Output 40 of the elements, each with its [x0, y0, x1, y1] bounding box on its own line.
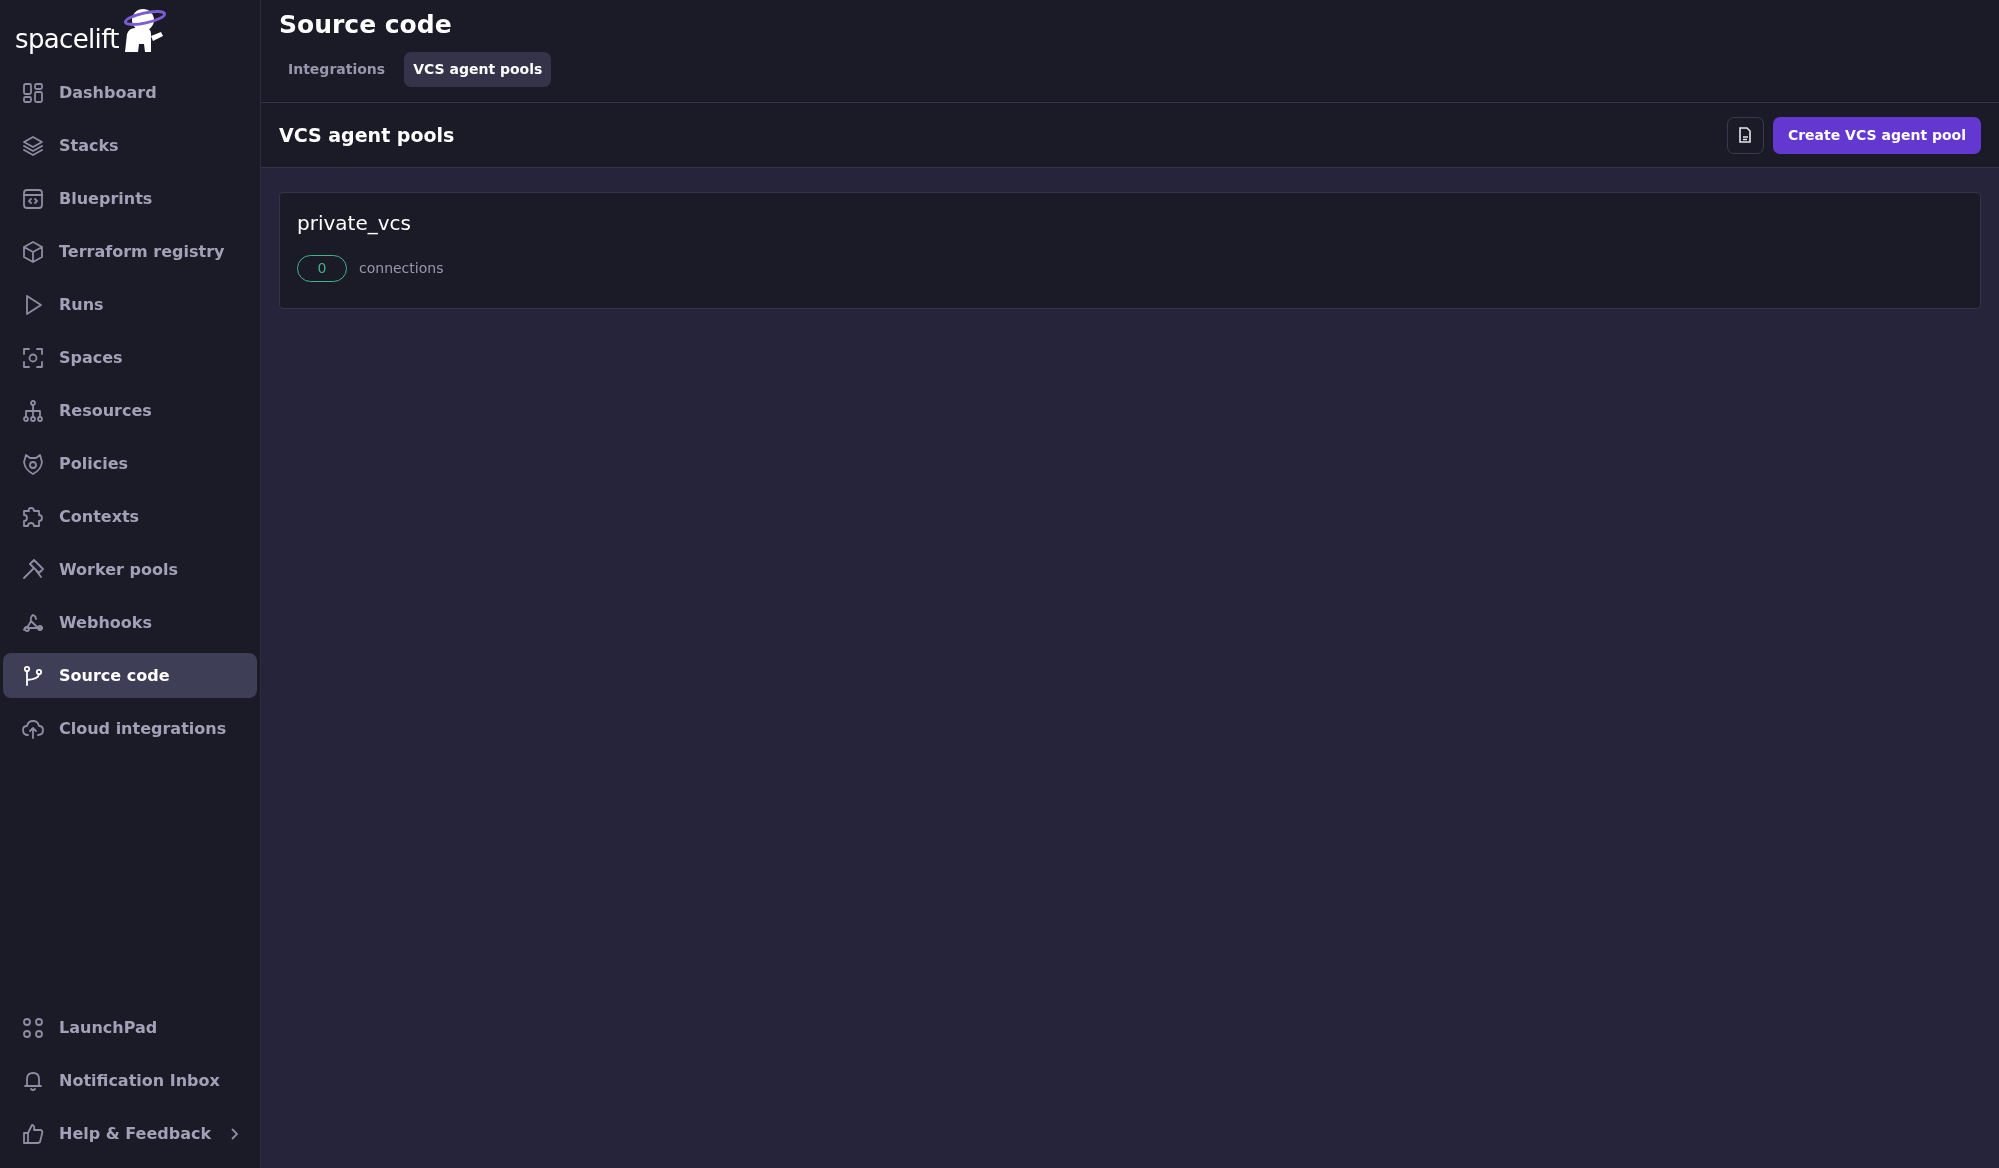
blueprint-icon	[21, 186, 45, 211]
nav-item[interactable]: Source code	[3, 653, 257, 698]
tab[interactable]: Integrations	[279, 52, 395, 87]
hammer-icon	[21, 557, 45, 582]
branch-icon	[21, 663, 45, 688]
nav-item[interactable]: Cloud integrations	[3, 706, 257, 751]
layers-icon	[21, 133, 45, 158]
nav-item[interactable]: Resources	[3, 388, 257, 433]
pool-name: private_vcs	[297, 210, 412, 237]
nav-item[interactable]: Policies	[3, 441, 257, 486]
nav-item[interactable]: Contexts	[3, 494, 257, 539]
nav-item[interactable]: Dashboard	[3, 70, 257, 115]
cube-icon	[21, 239, 45, 264]
nav-item[interactable]: Spaces	[3, 335, 257, 380]
connections-label: connections	[359, 259, 444, 278]
nav-item[interactable]: Help & Feedback	[3, 1111, 257, 1156]
nav-item[interactable]: Stacks	[3, 123, 257, 168]
nav-item[interactable]: Worker pools	[3, 547, 257, 592]
hierarchy-icon	[21, 398, 45, 423]
section-title: VCS agent pools	[279, 122, 455, 148]
shield-icon	[21, 451, 45, 476]
pool-card[interactable]: private_vcs 0 connections	[279, 192, 1981, 309]
nav-item[interactable]: Notification Inbox	[3, 1058, 257, 1103]
nav-item[interactable]: Terraform registry	[3, 229, 257, 274]
tab[interactable]: VCS agent pools	[404, 52, 552, 87]
nav-item[interactable]: Runs	[3, 282, 257, 327]
documentation-button[interactable]	[1726, 116, 1764, 154]
chevron-right-icon	[229, 1126, 239, 1141]
document-icon	[1738, 127, 1753, 143]
puzzle-icon	[21, 504, 45, 529]
grid-icon	[21, 1015, 45, 1040]
create-pool-button[interactable]: Create VCS agent pool	[1772, 116, 1981, 154]
spacelift-logo[interactable]: spacelift	[15, 26, 119, 58]
thumbs-up-icon	[21, 1121, 45, 1146]
nav-item[interactable]: Webhooks	[3, 600, 257, 645]
dashboard-icon	[21, 80, 45, 105]
nav-item[interactable]: Blueprints	[3, 176, 257, 221]
focus-icon	[21, 345, 45, 370]
page-title: Source code	[279, 10, 453, 40]
nav-item[interactable]: LaunchPad	[3, 1005, 257, 1050]
